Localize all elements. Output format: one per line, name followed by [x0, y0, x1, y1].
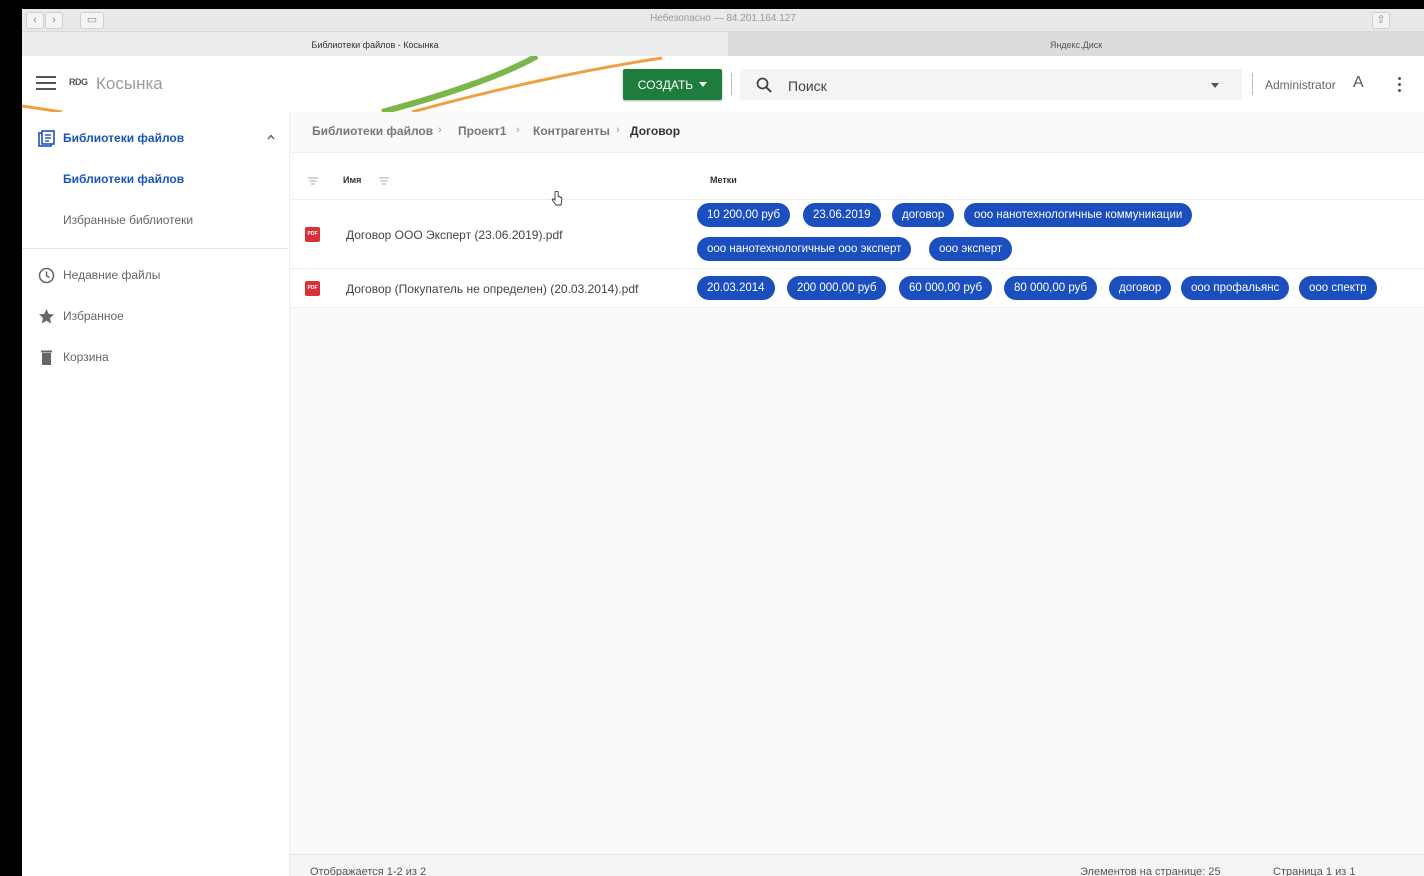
sidebar-section-file-libraries[interactable]: Библиотеки файлов	[22, 120, 289, 156]
sidebar-item-trash[interactable]: Корзина	[22, 339, 289, 375]
user-avatar[interactable]: A	[1353, 74, 1364, 92]
tag[interactable]: 23.06.2019	[803, 203, 881, 227]
file-name[interactable]: Договор ООО Эксперт (23.06.2019).pdf	[346, 228, 562, 242]
app-window: RDG Косынка СОЗДАТЬ Administrator A	[22, 56, 1424, 876]
sidebar-item-favorites[interactable]: Избранное	[22, 298, 289, 334]
create-button[interactable]: СОЗДАТЬ	[623, 69, 722, 100]
table-header: Имя Метки	[290, 153, 1424, 200]
column-header-tags: Метки	[710, 175, 737, 185]
chevron-up-icon[interactable]	[267, 133, 275, 141]
breadcrumb-project1[interactable]: Проект1	[458, 124, 507, 138]
tag[interactable]: 20.03.2014	[697, 276, 775, 300]
browser-tabs: Библиотеки файлов - Косынка Яндекс.Диск	[22, 32, 1424, 56]
app-header: RDG Косынка СОЗДАТЬ Administrator A	[22, 56, 1424, 112]
sidebar-item-label: Корзина	[63, 350, 109, 364]
search-options-chevron-down-icon[interactable]	[1211, 83, 1219, 88]
header-divider	[731, 73, 732, 95]
pointer-cursor-icon	[551, 191, 563, 206]
breadcrumb-contract: Договор	[630, 124, 681, 138]
user-name[interactable]: Administrator	[1265, 78, 1336, 92]
sidebar-item-label: Избранные библиотеки	[63, 213, 194, 227]
search-input[interactable]	[786, 76, 1190, 96]
sidebar-item-label: Избранное	[63, 309, 124, 323]
star-icon	[39, 308, 54, 323]
tag[interactable]: ооо спектр	[1299, 276, 1377, 300]
page-indicator: Страница 1 из 1	[1273, 866, 1356, 876]
tag[interactable]: 80 000,00 руб	[1004, 276, 1098, 300]
caret-down-icon	[699, 82, 708, 87]
sidebar-item-file-libraries[interactable]: Библиотеки файлов	[22, 161, 289, 197]
breadcrumb-file-libraries[interactable]: Библиотеки файлов	[312, 124, 433, 138]
pdf-file-icon: PDF	[305, 281, 320, 296]
tag[interactable]: 60 000,00 руб	[899, 276, 993, 300]
share-icon[interactable]: ⇧	[1372, 12, 1390, 29]
sort-icon[interactable]	[378, 175, 390, 187]
header-divider-2	[1252, 73, 1253, 95]
create-button-label: СОЗДАТЬ	[637, 77, 694, 92]
tag[interactable]: ооо нанотехнологичные ооо эксперт	[697, 237, 912, 261]
breadcrumb-separator-icon: ›	[516, 124, 520, 136]
items-shown-text: Отображается 1-2 из 2	[310, 866, 427, 876]
tab-yandex-disk[interactable]: Яндекс.Диск	[728, 32, 1424, 56]
table-row[interactable]: PDF Договор ООО Эксперт (23.06.2019).pdf…	[290, 200, 1424, 269]
pdf-file-icon: PDF	[305, 227, 320, 242]
breadcrumb: Библиотеки файлов › Проект1 › Контрагент…	[290, 112, 1424, 153]
sidebar: Библиотеки файлов Библиотеки файлов Избр…	[22, 112, 290, 876]
logo-badge: RDG	[69, 77, 88, 87]
trash-icon	[41, 350, 52, 365]
hamburger-menu-icon[interactable]	[36, 76, 56, 92]
tag[interactable]: ооо профальянс	[1181, 276, 1290, 300]
filter-icon[interactable]	[307, 175, 319, 187]
search-box	[740, 69, 1242, 100]
pagination-footer: Отображается 1-2 из 2 Элементов на стран…	[290, 854, 1424, 876]
logo-text: Косынка	[96, 74, 163, 93]
more-vertical-icon[interactable]	[1398, 77, 1402, 95]
clock-icon	[38, 267, 55, 283]
sidebar-divider	[22, 248, 289, 249]
items-per-page-select[interactable]: Элементов на странице: 25	[1080, 866, 1221, 876]
breadcrumb-separator-icon: ›	[438, 124, 442, 136]
sidebar-item-label: Недавние файлы	[63, 268, 161, 282]
table-row[interactable]: PDF Договор (Покупатель не определен) (2…	[290, 269, 1424, 308]
tag[interactable]: 10 200,00 руб	[697, 203, 791, 227]
tag[interactable]: договор	[1109, 276, 1172, 300]
sidebar-item-recent-files[interactable]: Недавние файлы	[22, 257, 289, 293]
main-content: Библиотеки файлов › Проект1 › Контрагент…	[290, 112, 1424, 876]
tag[interactable]: 200 000,00 руб	[787, 276, 887, 300]
library-icon	[38, 129, 55, 147]
tab-file-libraries[interactable]: Библиотеки файлов - Косынка	[22, 32, 728, 56]
column-header-name[interactable]: Имя	[343, 175, 361, 185]
sidebar-item-favorite-libraries[interactable]: Избранные библиотеки	[22, 202, 289, 238]
tag[interactable]: договор	[892, 203, 955, 227]
sidebar-item-label: Библиотеки файлов	[63, 172, 185, 186]
tag[interactable]: ооо нанотехнологичные коммуникации	[964, 203, 1193, 227]
tag[interactable]: ооо эксперт	[929, 237, 1013, 261]
breadcrumb-contractors[interactable]: Контрагенты	[533, 124, 610, 138]
search-icon[interactable]	[756, 77, 772, 93]
sidebar-section-label: Библиотеки файлов	[63, 131, 185, 145]
file-name[interactable]: Договор (Покупатель не определен) (20.03…	[346, 282, 638, 296]
breadcrumb-separator-icon: ›	[616, 124, 620, 136]
browser-toolbar: ‹ › ▭ Небезопасно — 84.201.164.127 ⇧	[22, 9, 1424, 32]
address-bar[interactable]: Небезопасно — 84.201.164.127	[22, 13, 1424, 24]
